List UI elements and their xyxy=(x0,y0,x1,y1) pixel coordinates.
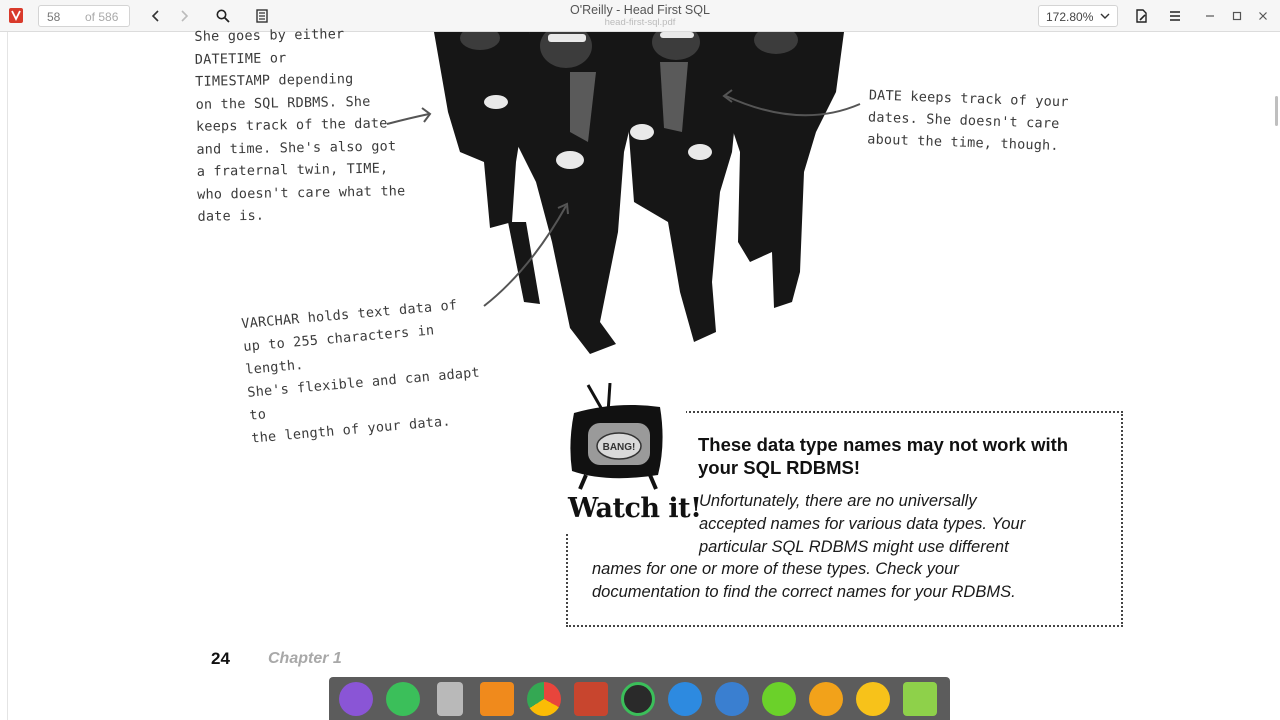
recorder-icon[interactable] xyxy=(715,682,749,716)
sidebar-toggle-icon xyxy=(256,9,268,23)
next-page-button[interactable] xyxy=(174,6,194,26)
power-icon[interactable] xyxy=(762,682,796,716)
screenshot-icon[interactable] xyxy=(621,682,655,716)
watch-it-label: Watch it! xyxy=(568,493,702,524)
caption-arrows xyxy=(386,89,861,307)
zoom-select[interactable]: 172.80% xyxy=(1038,5,1118,27)
annotate-icon xyxy=(1135,9,1147,23)
close-button[interactable] xyxy=(1253,6,1273,26)
minimize-button[interactable] xyxy=(1200,6,1220,26)
current-page[interactable]: 58 xyxy=(47,10,60,24)
tv-icon: BANG! xyxy=(570,383,663,490)
window-title-block: O'Reilly - Head First SQL head-first-sql… xyxy=(440,3,840,28)
vertical-scrollbar[interactable] xyxy=(1275,96,1278,126)
prev-page-icon xyxy=(151,10,159,22)
file-manager-icon[interactable] xyxy=(437,682,463,716)
app-store-icon[interactable] xyxy=(480,682,514,716)
launcher-icon[interactable] xyxy=(339,682,373,716)
warning-body-line: documentation to find the correct names … xyxy=(592,583,1016,601)
menu-button[interactable] xyxy=(1165,6,1185,26)
chrome-icon[interactable] xyxy=(527,682,561,716)
window-title: O'Reilly - Head First SQL xyxy=(570,3,710,17)
warning-body-line: names for one or more of these types. Ch… xyxy=(592,560,959,578)
store-icon[interactable] xyxy=(386,682,420,716)
caption-line: who doesn't care what the xyxy=(197,182,406,203)
tv-bubble-text: BANG! xyxy=(603,442,636,453)
chapter-label: Chapter 1 xyxy=(268,650,342,667)
datetime-caption: She goes by either DATETIME or TIMESTAMP… xyxy=(194,22,408,228)
warning-heading: These data type names may not work with … xyxy=(698,434,1069,478)
pdf-reader-icon[interactable] xyxy=(574,682,608,716)
next-page-icon xyxy=(181,10,189,22)
search-icon xyxy=(216,9,230,23)
trash-icon[interactable] xyxy=(903,682,937,716)
warning-body-line: particular SQL RDBMS might use different xyxy=(699,538,1009,556)
app-icon xyxy=(9,8,23,23)
sidebar-toggle-button[interactable] xyxy=(252,6,272,26)
minimize-icon xyxy=(1206,15,1214,17)
zoom-level: 172.80% xyxy=(1046,10,1094,24)
varchar-caption: VARCHAR holds text data of up to 255 cha… xyxy=(240,291,501,450)
page-number: 24 xyxy=(211,649,230,668)
close-icon xyxy=(1259,12,1267,20)
wifi-icon[interactable] xyxy=(668,682,702,716)
zoom-chevron-icon xyxy=(1100,13,1110,19)
search-button[interactable] xyxy=(213,6,233,26)
clock-icon[interactable] xyxy=(856,682,890,716)
dock xyxy=(329,677,950,720)
prev-page-button[interactable] xyxy=(146,6,166,26)
annotate-button[interactable] xyxy=(1131,6,1151,26)
maximize-icon xyxy=(1232,11,1242,21)
caption-line: date is. xyxy=(197,207,265,225)
page-edge xyxy=(7,32,8,720)
file-name: head-first-sql.pdf xyxy=(604,17,676,28)
menu-icon xyxy=(1170,11,1180,21)
caption-line: keeps track of the date xyxy=(195,115,388,135)
warning-body-line: accepted names for various data types. Y… xyxy=(699,515,1026,533)
toolbar: 58 of 586 O'Reilly - Head First SQL head… xyxy=(0,0,1280,32)
caption-line: a fraternal twin, TIME, xyxy=(196,160,389,180)
maximize-button[interactable] xyxy=(1227,6,1247,26)
total-pages: of 586 xyxy=(85,10,119,24)
date-caption: DATE keeps track of your dates. She does… xyxy=(867,84,1079,157)
page-number-field[interactable]: 58 of 586 xyxy=(38,5,130,27)
headset-icon[interactable] xyxy=(809,682,843,716)
warning-body-line: Unfortunately, there are no universally xyxy=(699,492,977,510)
